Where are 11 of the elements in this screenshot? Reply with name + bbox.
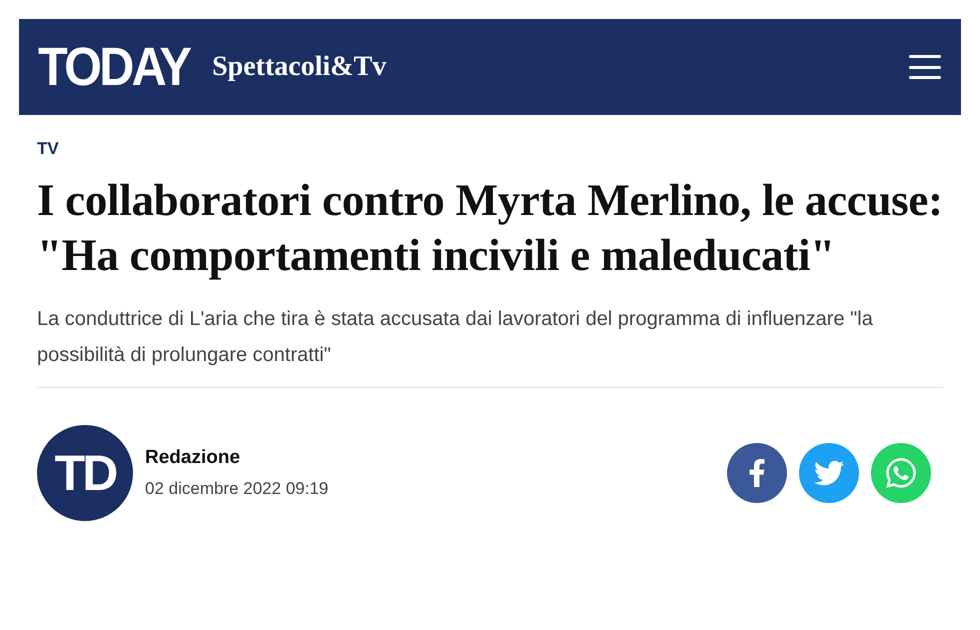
author-initials: TD [54,444,116,502]
publish-date: 02 dicembre 2022 09:19 [145,479,328,499]
whatsapp-icon [884,456,918,490]
category-link[interactable]: TV [37,139,59,159]
section-title[interactable]: Spettacoli&Tv [212,51,386,83]
article-title: I collaboratori contro Myrta Merlino, le accuse: "Ha comportamenti incivili e maleducati" [37,174,943,282]
site-logo[interactable]: TODAY [38,40,190,94]
article-subtitle: La conduttrice di L'aria che tira è stata accusata dai lavoratori del programma di influenzare "la possibilità di prolungare contratti" [37,307,874,368]
author-name: Redazione [145,447,242,469]
twitter-bird-icon [814,458,844,488]
menu-button[interactable] [909,55,941,79]
